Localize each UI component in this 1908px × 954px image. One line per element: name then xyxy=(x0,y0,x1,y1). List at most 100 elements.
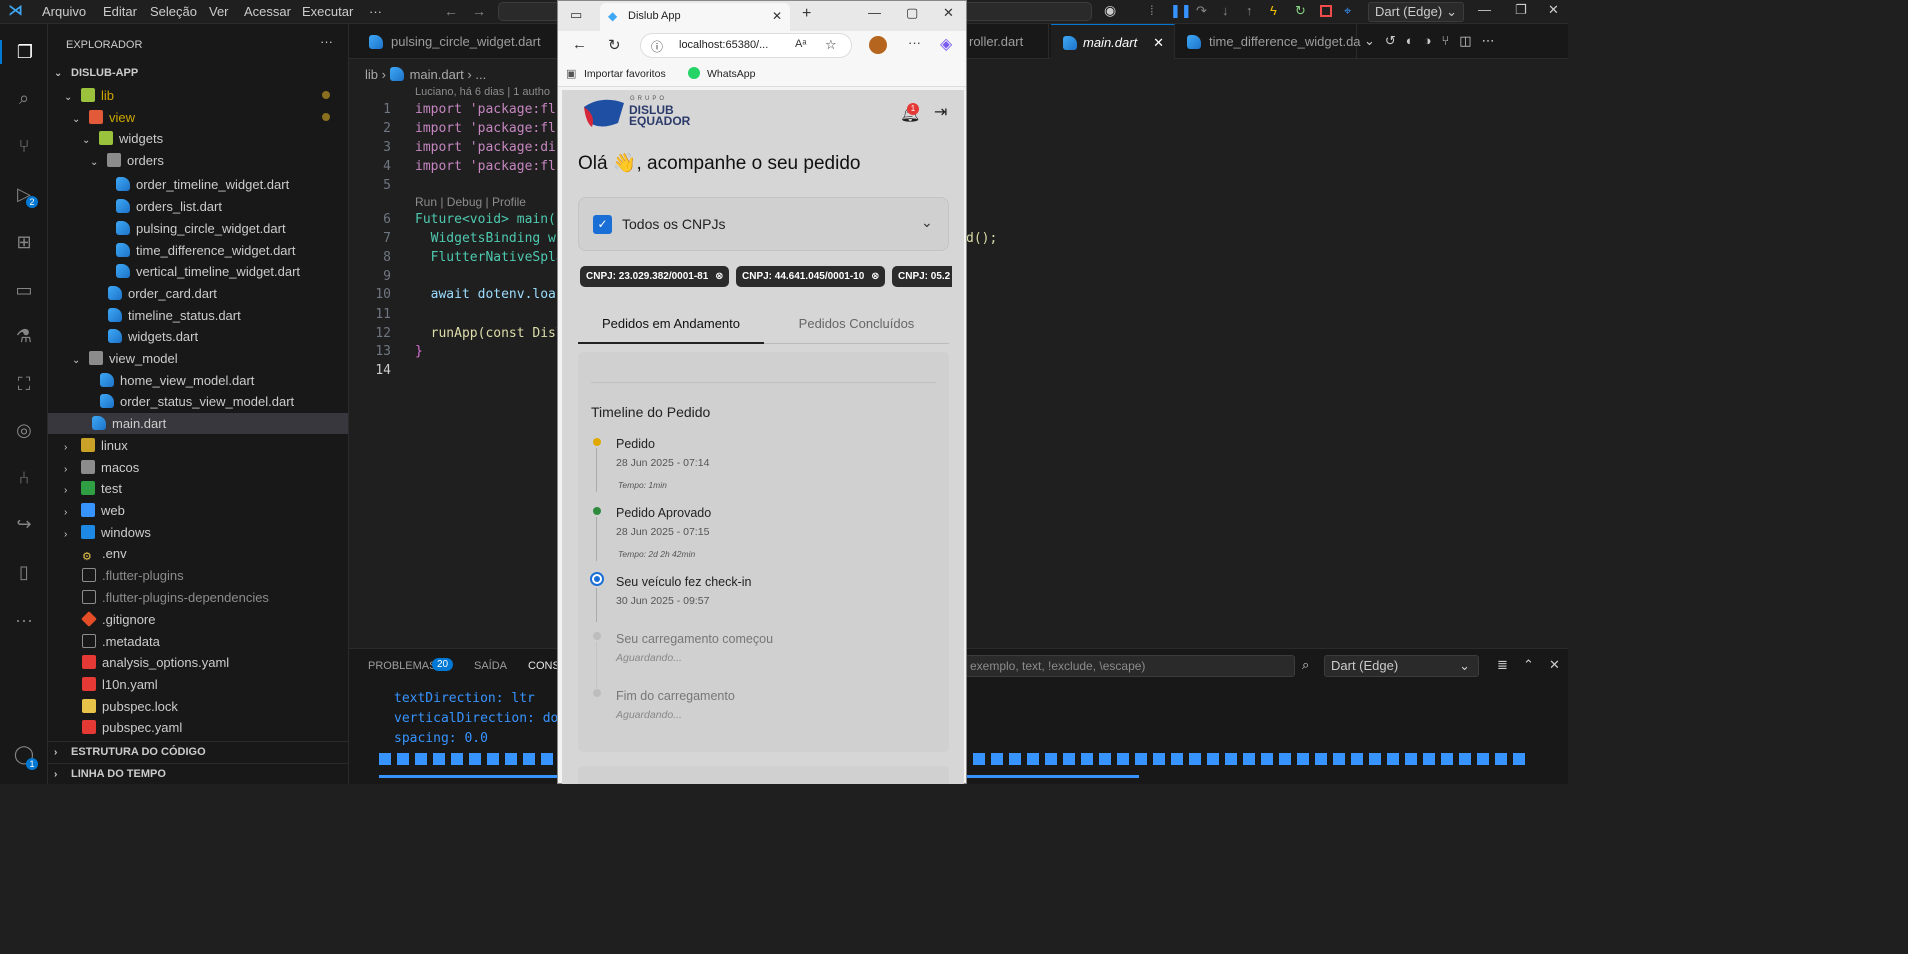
step-out-icon[interactable]: ↑ xyxy=(1246,3,1253,18)
code-line[interactable]: import 'package:dis xyxy=(415,140,564,155)
tab-time-difference[interactable]: time_difference_widget.da xyxy=(1177,24,1361,59)
browser-tab-active[interactable]: ◆ Dislub App ✕ xyxy=(600,3,790,31)
tree-file[interactable]: pulsing_circle_widget.dart xyxy=(48,218,348,239)
tab-orders-in-progress[interactable]: Pedidos em Andamento xyxy=(578,306,764,344)
tree-file-selected[interactable]: main.dart xyxy=(48,413,348,434)
cnpj-chip[interactable]: CNPJ: 05.2 xyxy=(892,266,952,287)
menu-more[interactable]: ··· xyxy=(369,4,382,19)
chip-remove-icon[interactable]: ⊗ xyxy=(871,271,879,282)
explorer-icon[interactable]: ❐ xyxy=(0,40,48,64)
tree-folder-web[interactable]: › web xyxy=(48,500,348,521)
tree-file[interactable]: home_view_model.dart xyxy=(48,370,348,391)
step-over-icon[interactable]: ↷ xyxy=(1196,3,1207,19)
tree-folder-windows[interactable]: › windows xyxy=(48,522,348,543)
tree-folder-test[interactable]: › test xyxy=(48,478,348,499)
menu-ver[interactable]: Ver xyxy=(209,4,229,19)
close-window-icon[interactable]: ✕ xyxy=(1548,2,1559,18)
forward-arrow-icon[interactable]: → xyxy=(472,3,486,19)
tree-file[interactable]: order_status_view_model.dart xyxy=(48,391,348,412)
refresh-icon[interactable]: ↻ xyxy=(608,36,621,54)
cnpj-selector[interactable]: ✓ Todos os CNPJs ⌄ xyxy=(578,197,949,251)
git-graph-icon[interactable]: ⑃ xyxy=(12,466,36,490)
tree-file[interactable]: .gitignore xyxy=(48,609,348,630)
tree-folder-view-model[interactable]: ⌄ view_model xyxy=(48,348,348,369)
checkbox-checked-icon[interactable]: ✓ xyxy=(593,215,612,234)
devtools-icon[interactable]: ⌖ xyxy=(1344,3,1351,19)
tab-output[interactable]: SAÍDA xyxy=(474,660,507,672)
bookmark-import[interactable]: Importar favoritos xyxy=(584,68,666,80)
logout-icon[interactable]: ⇥ xyxy=(934,102,947,122)
tab-actions-icon[interactable]: ▭ xyxy=(570,7,582,23)
tree-file[interactable]: ⚙ .env xyxy=(48,543,348,564)
flutter-devtools-icon[interactable]: ⛶ xyxy=(12,372,36,396)
git-blame-lens[interactable]: Luciano, há 6 dias | 1 autho xyxy=(415,86,550,98)
tree-folder-widgets[interactable]: ⌄ widgets xyxy=(48,128,348,149)
bookmark-whatsapp[interactable]: WhatsApp xyxy=(707,68,755,80)
hot-reload-icon[interactable]: ϟ xyxy=(1270,3,1277,18)
copilot-icon[interactable]: ◈ xyxy=(940,34,952,54)
code-line[interactable]: await dotenv.loa xyxy=(415,287,556,302)
pause-icon[interactable]: ❚❚ xyxy=(1170,3,1192,19)
tree-file[interactable]: .flutter-plugins xyxy=(48,565,348,586)
step-into-icon[interactable]: ↓ xyxy=(1222,3,1229,18)
tree-file[interactable]: order_card.dart xyxy=(48,283,348,304)
tree-file[interactable]: l10n.yaml xyxy=(48,674,348,695)
code-line[interactable]: } xyxy=(415,344,423,359)
tree-file[interactable]: .flutter-plugins-dependencies xyxy=(48,587,348,608)
stop-icon[interactable] xyxy=(1320,5,1332,17)
maximize-panel-icon[interactable]: ⌃ xyxy=(1523,657,1534,673)
code-line[interactable]: Future<void> main() xyxy=(415,212,564,227)
tree-folder-orders[interactable]: ⌄ orders xyxy=(48,150,348,171)
tab-problems[interactable]: PROBLEMAS xyxy=(368,660,436,672)
code-line-tail[interactable]: d(); xyxy=(966,231,997,246)
menu-editar[interactable]: Editar xyxy=(103,4,137,19)
code-line[interactable]: import 'package:flu xyxy=(415,102,564,117)
settings-more-icon[interactable]: ··· xyxy=(908,35,921,50)
code-line[interactable]: import 'package:flu xyxy=(415,121,564,136)
read-aloud-icon[interactable]: Aᵃ xyxy=(795,38,806,50)
tab-orders-completed[interactable]: Pedidos Concluídos xyxy=(764,306,949,344)
tab-pulsing-circle[interactable]: pulsing_circle_widget.dart xyxy=(359,24,559,59)
tree-folder-macos[interactable]: › macos xyxy=(48,457,348,478)
back-arrow-icon[interactable]: ← xyxy=(444,3,458,19)
live-share-icon[interactable]: ↪ xyxy=(12,512,36,536)
menu-selecao[interactable]: Seleção xyxy=(150,4,197,19)
more-actions-icon[interactable]: ··· xyxy=(320,34,333,49)
console-filter-input[interactable]: exemplo, text, !exclude, \escape) xyxy=(965,655,1295,677)
tree-folder-view[interactable]: ⌄ view xyxy=(48,107,348,128)
menu-acessar[interactable]: Acessar xyxy=(244,4,291,19)
tree-file[interactable]: time_difference_widget.dart xyxy=(48,240,348,261)
close-window-icon[interactable]: ✕ xyxy=(943,5,954,21)
tree-file[interactable]: timeline_status.dart xyxy=(48,305,348,326)
outline-section[interactable]: › ESTRUTURA DO CÓDIGO xyxy=(48,741,348,762)
gitlens-icon[interactable]: ◎ xyxy=(12,418,36,442)
new-tab-icon[interactable]: + xyxy=(802,5,811,23)
chip-remove-icon[interactable]: ⊗ xyxy=(715,271,723,282)
close-panel-icon[interactable]: ✕ xyxy=(1549,657,1560,673)
tree-file[interactable]: widgets.dart xyxy=(48,326,348,347)
close-tab-icon[interactable]: ✕ xyxy=(772,9,782,23)
tree-file[interactable]: vertical_timeline_widget.dart xyxy=(48,261,348,282)
restore-icon[interactable]: ❐ xyxy=(1515,2,1527,18)
menu-executar[interactable]: Executar xyxy=(302,4,353,19)
tree-folder-lib[interactable]: ⌄ lib xyxy=(48,85,348,106)
console-config-select[interactable]: Dart (Edge) ⌄ xyxy=(1324,655,1479,677)
tab-controller[interactable]: roller.dart xyxy=(967,24,1049,59)
breadcrumb-lib[interactable]: lib xyxy=(365,67,378,82)
code-line[interactable]: runApp(const Disl xyxy=(415,326,564,341)
timeline-section[interactable]: › LINHA DO TEMPO xyxy=(48,763,348,784)
remote-explorer-icon[interactable]: ▭ xyxy=(12,278,36,302)
device-icon[interactable]: ▯ xyxy=(12,560,36,584)
source-control-icon[interactable]: ⑂ xyxy=(12,134,36,158)
tree-file[interactable]: pubspec.lock xyxy=(48,696,348,717)
search-icon[interactable]: ⌕ xyxy=(12,86,36,110)
close-tab-icon[interactable]: ✕ xyxy=(1153,25,1164,60)
breadcrumb-file[interactable]: main.dart xyxy=(410,67,464,82)
clear-console-icon[interactable]: ≣ xyxy=(1497,657,1508,673)
code-line[interactable]: WidgetsBinding wi xyxy=(415,231,564,246)
tree-folder-linux[interactable]: › linux xyxy=(48,435,348,456)
site-info-icon[interactable]: ⓘ xyxy=(651,38,663,55)
minimize-icon[interactable]: — xyxy=(1478,2,1491,17)
tree-file[interactable]: analysis_options.yaml xyxy=(48,652,348,673)
favorite-star-icon[interactable]: ☆ xyxy=(825,37,837,53)
